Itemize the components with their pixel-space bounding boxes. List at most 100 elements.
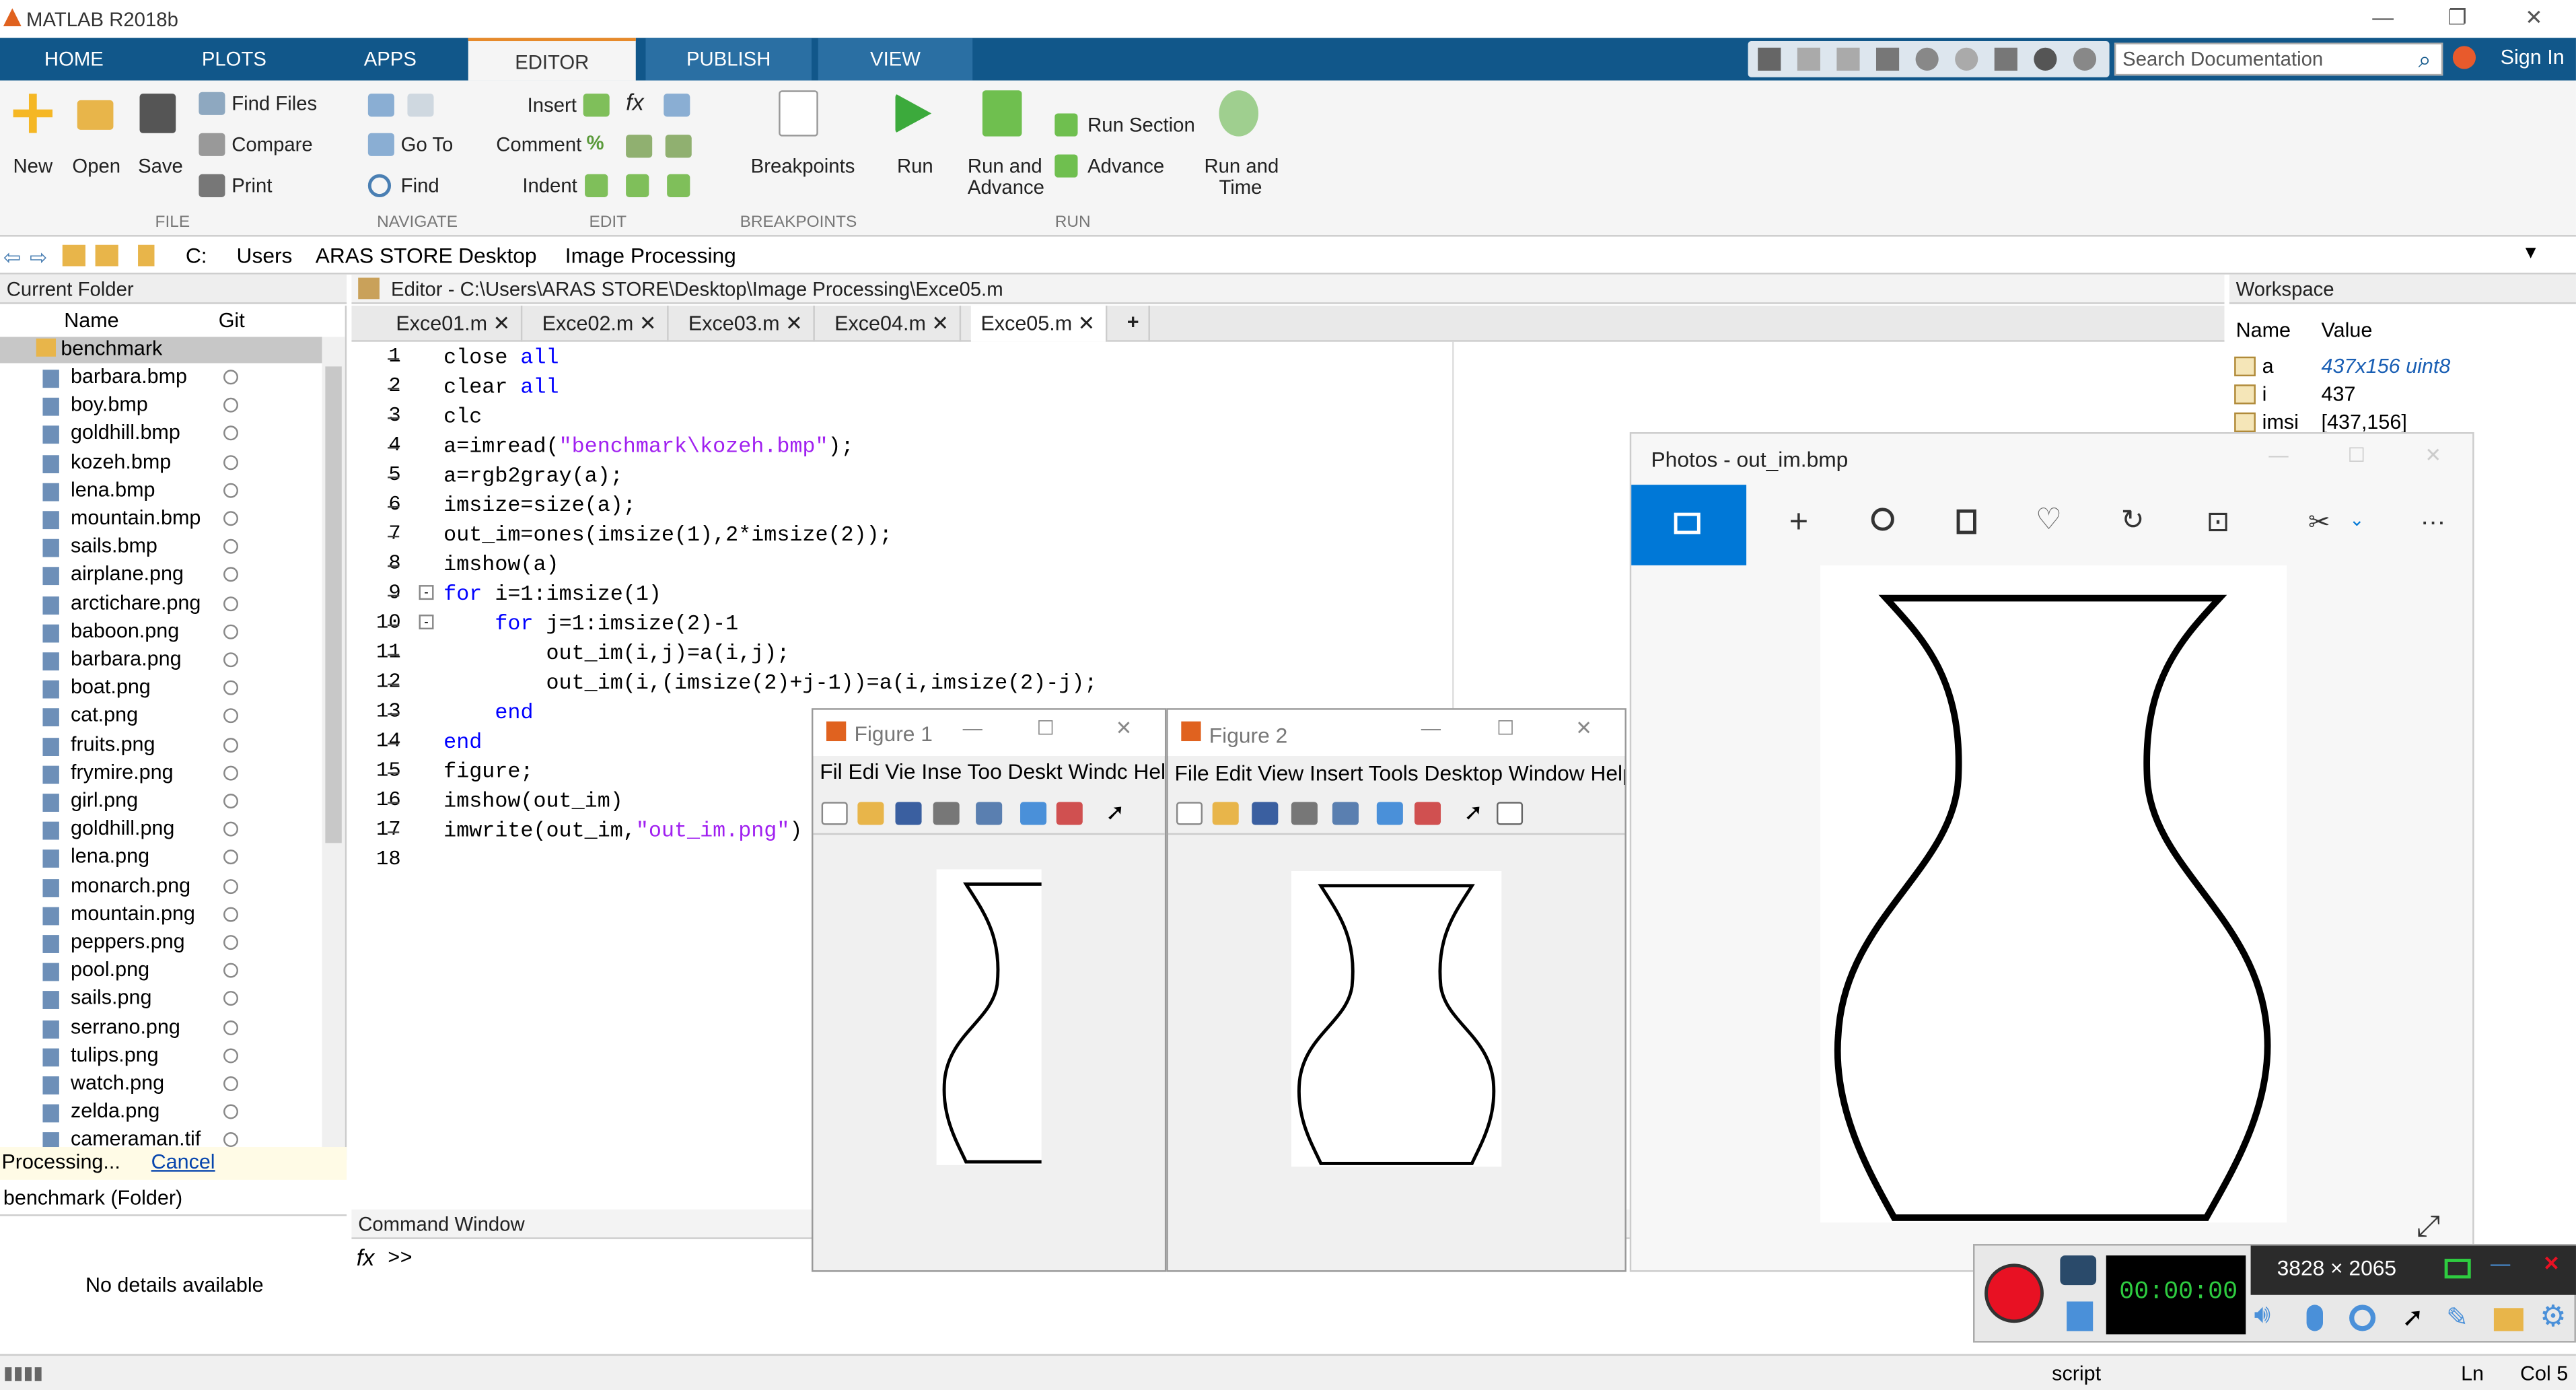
breakpoint-marker[interactable] bbox=[388, 742, 400, 744]
command-prompt[interactable]: >> bbox=[388, 1247, 413, 1270]
new-figure-icon[interactable] bbox=[1176, 802, 1203, 825]
breakpoint-marker[interactable] bbox=[388, 388, 400, 390]
maximize-icon[interactable]: ☐ bbox=[1497, 716, 1514, 739]
file-list-item[interactable]: watch.png bbox=[71, 1072, 164, 1094]
tab-editor[interactable]: EDITOR bbox=[468, 38, 636, 81]
run-and-advance-line1[interactable]: Run and bbox=[968, 154, 1042, 177]
pointer-icon[interactable]: ➚ bbox=[1106, 798, 1125, 827]
name-column-header[interactable]: Name bbox=[64, 309, 118, 332]
file-list-item[interactable]: mountain.bmp bbox=[71, 506, 201, 529]
legend-icon[interactable] bbox=[1414, 802, 1441, 825]
file-list-item[interactable]: sails.bmp bbox=[71, 534, 157, 557]
paste-icon[interactable] bbox=[1875, 47, 1900, 71]
breakpoint-marker[interactable] bbox=[388, 831, 400, 833]
breakpoint-marker[interactable] bbox=[388, 624, 400, 627]
save-icon[interactable] bbox=[1758, 47, 1781, 71]
speaker-icon[interactable]: 🔊︎ bbox=[2254, 1302, 2270, 1331]
breakpoint-marker[interactable] bbox=[388, 447, 400, 449]
undo-icon[interactable] bbox=[1915, 47, 1939, 71]
minimize-icon[interactable]: — bbox=[963, 716, 982, 739]
new-icon[interactable] bbox=[13, 94, 53, 133]
path-segment[interactable]: Desktop bbox=[458, 243, 536, 268]
link-plot-icon[interactable] bbox=[1332, 802, 1359, 825]
file-list-item[interactable]: frymire.png bbox=[71, 761, 174, 784]
figure-1-menu-items[interactable]: Fil Edi Vie Inse Too Deskt Windc Hel bbox=[813, 759, 1165, 784]
close-icon[interactable]: ✕ bbox=[2425, 444, 2441, 466]
file-list-item[interactable]: boat.png bbox=[71, 676, 151, 699]
code-line[interactable]: imshow(out_im) bbox=[443, 789, 623, 814]
colorbar-icon[interactable] bbox=[1376, 802, 1403, 825]
run-icon[interactable] bbox=[895, 94, 932, 133]
code-line[interactable]: clear all bbox=[443, 375, 559, 400]
file-list-item[interactable]: baboon.png bbox=[71, 619, 179, 642]
region-icon[interactable] bbox=[2444, 1259, 2471, 1279]
breakpoint-marker[interactable] bbox=[388, 654, 400, 656]
code-line[interactable]: figure; bbox=[443, 759, 533, 784]
indent-button[interactable]: Indent bbox=[522, 174, 577, 197]
delete-icon[interactable] bbox=[1956, 509, 1976, 534]
breakpoint-marker[interactable] bbox=[388, 417, 400, 419]
tab-view[interactable]: VIEW bbox=[818, 38, 973, 81]
record-button[interactable] bbox=[1984, 1263, 2044, 1323]
breakpoint-marker[interactable] bbox=[388, 358, 400, 360]
search-documentation-input[interactable]: Search Documentation bbox=[2114, 42, 2443, 76]
file-list-item[interactable]: monarch.png bbox=[71, 874, 190, 897]
smart-indent-icon[interactable] bbox=[585, 174, 608, 197]
code-line[interactable]: out_im=ones(imsize(1),2*imsize(2)); bbox=[443, 522, 892, 547]
path-segment[interactable]: C: bbox=[186, 243, 207, 268]
close-icon[interactable]: ✕ bbox=[1575, 716, 1592, 739]
code-line[interactable]: end bbox=[443, 700, 533, 725]
code-line[interactable]: a=rgb2gray(a); bbox=[443, 463, 623, 488]
file-list-item[interactable]: peppers.png bbox=[71, 930, 185, 953]
back-icon[interactable]: ⇦ bbox=[3, 245, 22, 271]
new-figure-icon[interactable] bbox=[821, 802, 848, 825]
file-list-item[interactable]: zelda.png bbox=[71, 1100, 159, 1123]
decrease-indent-icon[interactable] bbox=[667, 174, 690, 197]
folder-icon[interactable] bbox=[2493, 1308, 2524, 1331]
save-figure-icon[interactable] bbox=[895, 802, 922, 825]
code-line[interactable]: imshow(a) bbox=[443, 552, 559, 577]
open-file-icon[interactable] bbox=[1212, 802, 1239, 825]
more-options-icon[interactable]: … bbox=[2420, 503, 2446, 532]
breakpoint-marker[interactable] bbox=[388, 565, 400, 567]
file-list-item[interactable]: girl.png bbox=[71, 789, 138, 812]
tab-exce02[interactable]: Exce02.m ✕ bbox=[532, 306, 668, 342]
restore-icon[interactable]: ❐ bbox=[2448, 5, 2467, 31]
code-line[interactable]: imwrite(out_im,"out_im.png") bbox=[443, 819, 802, 843]
wrap-comments-icon[interactable] bbox=[665, 135, 692, 158]
insert-cell-icon[interactable] bbox=[664, 94, 690, 117]
maximize-icon[interactable]: ☐ bbox=[2348, 444, 2365, 466]
run-section-button[interactable]: Run Section bbox=[1087, 113, 1195, 136]
close-recorder-icon[interactable]: ✕ bbox=[2543, 1252, 2560, 1275]
add-to-icon[interactable]: + bbox=[1789, 504, 1809, 542]
breakpoint-marker[interactable] bbox=[388, 506, 400, 508]
colorbar-icon[interactable] bbox=[1020, 802, 1047, 825]
folder-root[interactable]: benchmark bbox=[61, 337, 162, 359]
open-folder-icon[interactable] bbox=[77, 100, 114, 130]
save-button[interactable]: Save bbox=[138, 154, 183, 177]
tab-home[interactable]: HOME bbox=[0, 38, 148, 80]
variable-name[interactable]: a bbox=[2262, 355, 2274, 378]
tab-exce04[interactable]: Exce04.m ✕ bbox=[825, 306, 961, 342]
workspace-name-header[interactable]: Name bbox=[2236, 319, 2291, 342]
path-segment[interactable]: ARAS STORE bbox=[316, 243, 453, 268]
pen-icon[interactable]: ✎ bbox=[2446, 1302, 2468, 1335]
run-button[interactable]: Run bbox=[897, 154, 933, 177]
find-button[interactable]: Find bbox=[401, 174, 439, 197]
breakpoints-icon[interactable] bbox=[779, 90, 818, 137]
zoom-icon[interactable] bbox=[1871, 508, 1894, 531]
camera-icon[interactable] bbox=[2060, 1255, 2097, 1286]
cursor-icon[interactable]: ➚ bbox=[2402, 1302, 2424, 1335]
minimize-icon[interactable]: — bbox=[2268, 444, 2288, 466]
community-icon[interactable] bbox=[2073, 47, 2097, 71]
print-figure-icon[interactable] bbox=[933, 802, 960, 825]
file-list-item[interactable]: cat.png bbox=[71, 704, 138, 727]
file-list-item[interactable]: sails.png bbox=[71, 987, 151, 1010]
open-button[interactable]: Open bbox=[72, 154, 120, 177]
edit-create-icon[interactable]: ✂ bbox=[2308, 506, 2330, 539]
settings-gear-icon[interactable]: ⚙ bbox=[2540, 1300, 2566, 1334]
breakpoint-marker[interactable] bbox=[388, 535, 400, 538]
save-disk-icon[interactable] bbox=[139, 94, 176, 133]
file-list-item[interactable]: pool.png bbox=[71, 959, 149, 981]
uncomment-icon[interactable] bbox=[626, 135, 653, 158]
